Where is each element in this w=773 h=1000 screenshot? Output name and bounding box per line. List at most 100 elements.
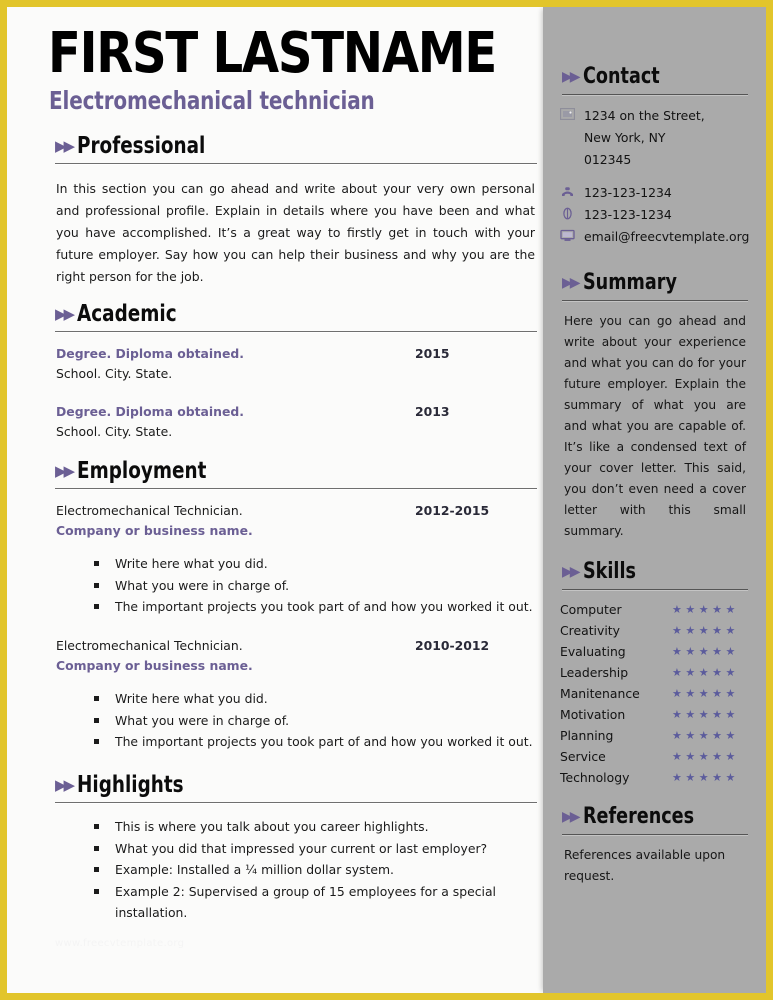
skill-name: Service — [560, 749, 606, 764]
phone-number: 123-123-1234 — [584, 185, 672, 200]
address-line-1: 1234 on the Street, — [584, 108, 705, 123]
professional-body: In this section you can go ahead and wri… — [56, 181, 535, 284]
sidebar-heading-summary: ▶▶ Summary — [562, 271, 749, 294]
highlights-bullets: This is where you talk about you career … — [48, 816, 543, 923]
skill-rating-stars: ★★★★★ — [672, 666, 739, 679]
employment-entry: Electromechanical Technician. 2012-2015 … — [56, 501, 535, 541]
list-item: Example: Installed a ¼ million dollar sy… — [94, 859, 535, 880]
double-arrow-icon: ▶▶ — [562, 564, 580, 580]
company-label: Company or business name. — [56, 523, 253, 538]
section-heading-employment: ▶▶ Employment — [55, 459, 543, 483]
list-item: What you did that impressed your current… — [94, 838, 535, 859]
address-line-2: New York, NY — [584, 130, 666, 145]
list-item: This is where you talk about you career … — [94, 816, 535, 837]
section-divider — [55, 802, 537, 804]
skill-row: Service ★★★★★ — [560, 746, 749, 767]
page-title: FIRST LASTNAME — [48, 21, 497, 86]
section-divider — [55, 488, 537, 490]
address-line-3: 012345 — [584, 152, 632, 167]
mobile-number: 123-123-1234 — [584, 207, 672, 222]
skills-list: Computer ★★★★★ Creativity ★★★★★ Evaluati… — [560, 599, 749, 788]
section-divider — [562, 94, 748, 96]
section-divider — [55, 331, 537, 333]
section-title: Academic — [77, 301, 177, 327]
skill-rating-stars: ★★★★★ — [672, 603, 739, 616]
company-label: Company or business name. — [56, 658, 253, 673]
main-column: FIRST LASTNAME Electromechanical technic… — [7, 7, 543, 993]
skill-name: Manitenance — [560, 686, 640, 701]
skill-name: Computer — [560, 602, 622, 617]
skill-rating-stars: ★★★★★ — [672, 729, 739, 742]
section-employment: ▶▶ Employment Electromechanical Technici… — [48, 459, 543, 752]
section-professional: ▶▶ Professional In this section you can … — [48, 134, 543, 288]
double-arrow-icon: ▶▶ — [562, 69, 580, 85]
list-item: What you were in charge of. — [94, 575, 535, 596]
skill-row: Computer ★★★★★ — [560, 599, 749, 620]
list-item: What you were in charge of. — [94, 710, 535, 731]
contact-phone: 123-123-1234 — [560, 182, 749, 204]
section-divider — [55, 163, 537, 165]
watermark: www.freecvtemplate.org — [55, 938, 185, 949]
contact-address: 1234 on the Street, New York, NY 012345 — [560, 105, 749, 171]
degree-year: 2015 — [415, 346, 450, 361]
section-academic: ▶▶ Academic Degree. Diploma obtained. 20… — [48, 302, 543, 442]
section-title: Skills — [582, 559, 636, 584]
school-label: School. City. State. — [56, 366, 173, 381]
section-divider — [562, 834, 748, 836]
resume-sheet: FIRST LASTNAME Electromechanical technic… — [7, 7, 773, 993]
employment-bullets: Write here what you did. What you were i… — [48, 688, 543, 752]
double-arrow-icon: ▶▶ — [55, 776, 75, 794]
telephone-icon — [560, 182, 584, 198]
skill-row: Technology ★★★★★ — [560, 767, 749, 788]
academic-entry: Degree. Diploma obtained. 2013 School. C… — [56, 402, 535, 442]
section-title: References — [582, 804, 694, 829]
section-title: Highlights — [77, 772, 184, 798]
section-title: Contact — [582, 64, 660, 89]
spacer — [560, 171, 749, 182]
skill-name: Leadership — [560, 665, 629, 680]
employment-entry-list: Electromechanical Technician. 2010-2012 … — [56, 636, 535, 676]
academic-entry: Degree. Diploma obtained. 2015 School. C… — [56, 344, 535, 384]
sidebar-heading-contact: ▶▶ Contact — [562, 65, 749, 88]
summary-body: Here you can go ahead and write about yo… — [564, 314, 746, 538]
address-card-icon — [560, 105, 584, 120]
skill-row: Planning ★★★★★ — [560, 725, 749, 746]
address-text: 1234 on the Street, New York, NY 012345 — [584, 105, 705, 171]
skill-rating-stars: ★★★★★ — [672, 771, 739, 784]
section-heading-highlights: ▶▶ Highlights — [55, 773, 543, 797]
job-period: 2012-2015 — [415, 503, 490, 518]
section-heading-academic: ▶▶ Academic — [55, 302, 543, 326]
sidebar-section-skills: ▶▶ Skills Computer ★★★★★ Creativity ★★★★… — [560, 560, 749, 788]
list-item: The important projects you took part of … — [94, 596, 535, 617]
list-item: Write here what you did. — [94, 553, 535, 574]
skill-name: Evaluating — [560, 644, 626, 659]
skill-rating-stars: ★★★★★ — [672, 687, 739, 700]
monitor-icon — [560, 226, 584, 242]
academic-entry-list: Degree. Diploma obtained. 2015 School. C… — [56, 344, 535, 442]
section-divider — [562, 589, 748, 591]
sidebar: ▶▶ Contact 1234 on the Street, New York,… — [543, 7, 773, 993]
skill-name: Motivation — [560, 707, 626, 722]
list-item: Write here what you did. — [94, 688, 535, 709]
skill-row: Creativity ★★★★★ — [560, 620, 749, 641]
employment-bullets: Write here what you did. What you were i… — [48, 553, 543, 617]
resume-page: FIRST LASTNAME Electromechanical technic… — [0, 0, 773, 1000]
header-name-block: FIRST LASTNAME Electromechanical technic… — [48, 24, 543, 128]
section-title: Summary — [582, 270, 677, 295]
contact-mobile: 123-123-1234 — [560, 204, 749, 226]
skill-rating-stars: ★★★★★ — [672, 708, 739, 721]
section-divider — [562, 300, 748, 302]
skill-name: Planning — [560, 728, 614, 743]
skill-rating-stars: ★★★★★ — [672, 645, 739, 658]
double-arrow-icon: ▶▶ — [55, 462, 75, 480]
email-address: email@freecvtemplate.org — [584, 229, 750, 244]
degree-year: 2013 — [415, 404, 450, 419]
job-title-label: Electromechanical Technician. — [56, 638, 243, 653]
double-arrow-icon: ▶▶ — [562, 809, 580, 825]
job-period: 2010-2012 — [415, 638, 490, 653]
contact-email: email@freecvtemplate.org — [560, 226, 749, 248]
employment-entry: Electromechanical Technician. 2010-2012 … — [56, 636, 535, 676]
skill-name: Technology — [560, 770, 630, 785]
sidebar-heading-skills: ▶▶ Skills — [562, 560, 749, 583]
list-item: The important projects you took part of … — [94, 731, 535, 752]
